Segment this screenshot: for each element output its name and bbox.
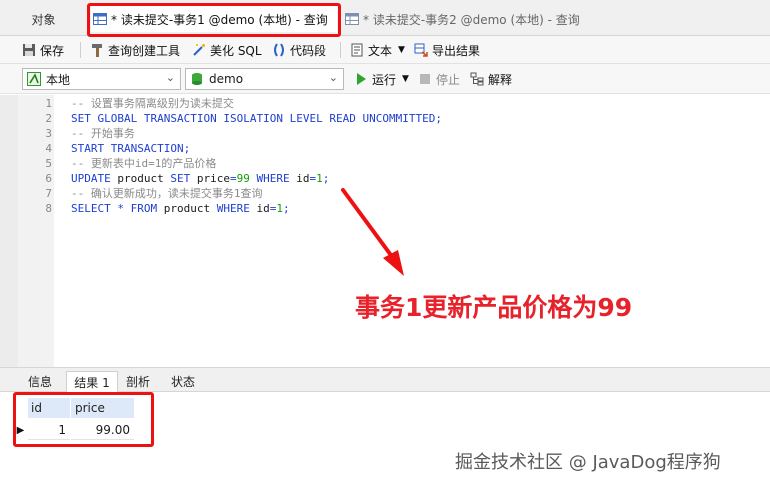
line-number: 5 (45, 157, 52, 170)
connection-icon (27, 72, 41, 86)
toolbar-divider (80, 42, 81, 58)
tab-status[interactable]: 状态 (162, 371, 204, 392)
chevron-down-icon: ▼ (402, 74, 409, 84)
tab-profile-label: 剖析 (125, 375, 150, 389)
text-menu-button[interactable]: 文本 ▼ (350, 40, 405, 60)
query-builder-label: 查询创建工具 (108, 43, 181, 58)
save-icon (23, 44, 35, 56)
parentheses-icon (274, 43, 284, 57)
hammer-icon (92, 44, 102, 57)
chevron-down-icon: ⌄ (328, 71, 338, 84)
connection-select[interactable]: 本地 ⌄ (22, 68, 181, 90)
connection-toolbar: 本地 ⌄ demo ⌄ 运行 ▼ 停止 解释 (0, 64, 770, 94)
code-line-comment: -- 更新表中id=1的产品价格 (71, 157, 217, 170)
code-line-comment: -- 确认更新成功，读未提交事务1查询 (71, 187, 263, 200)
highlight-box-result (13, 392, 154, 447)
line-number: 6 (45, 172, 52, 185)
sql-editor[interactable]: 1 2 3 4 5 6 7 8 -- 设置事务隔离级别为读未提交 SET GLO… (18, 95, 770, 367)
line-number: 3 (45, 127, 52, 140)
beautify-sql-label: 美化 SQL (210, 43, 262, 58)
run-label: 运行 (372, 72, 397, 87)
run-button[interactable]: 运行 ▼ (354, 69, 409, 89)
tab-result-1[interactable]: 结果 1 (66, 371, 118, 392)
query-table-icon (345, 13, 359, 25)
text-menu-label: 文本 (368, 43, 393, 58)
export-result-button[interactable]: 导出结果 (414, 40, 480, 60)
tab-query-2[interactable]: * 读未提交-事务2 @demo (本地) - 查询 (343, 6, 593, 32)
tab-objects[interactable]: 对象 (0, 6, 88, 32)
export-result-label: 导出结果 (432, 43, 481, 58)
side-panel-strip (0, 95, 18, 367)
chevron-down-icon: ▼ (398, 45, 405, 55)
code-line-sql: UPDATE product SET price=99 WHERE id=1; (71, 172, 330, 185)
explain-tree-icon (470, 72, 484, 86)
stop-icon (420, 74, 430, 84)
line-number: 8 (45, 202, 52, 215)
code-snippet-button[interactable]: 代码段 (272, 40, 326, 60)
tab-query-2-label: * 读未提交-事务2 @demo (本地) - 查询 (363, 12, 580, 27)
query-builder-button[interactable]: 查询创建工具 (90, 40, 180, 60)
code-snippet-label: 代码段 (290, 43, 327, 58)
line-number: 1 (45, 97, 52, 110)
query-toolbar: 保存 查询创建工具 美化 SQL 代码段 文本 ▼ 导出结果 (0, 36, 770, 64)
magic-wand-icon (193, 44, 205, 56)
watermark: 掘金技术社区 @ JavaDog程序狗 (455, 452, 721, 473)
connection-value: 本地 (46, 72, 71, 87)
document-icon (351, 43, 363, 57)
tab-status-label: 状态 (170, 375, 195, 389)
tab-result-1-label: 结果 1 (74, 375, 110, 390)
line-number: 2 (45, 112, 52, 125)
tab-objects-label: 对象 (31, 12, 56, 27)
line-number: 4 (45, 142, 52, 155)
stop-button[interactable]: 停止 (418, 69, 460, 89)
save-label: 保存 (40, 43, 65, 58)
export-grid-icon (414, 43, 428, 57)
line-number: 7 (45, 187, 52, 200)
database-value: demo (209, 72, 244, 86)
annotation-text: 事务1更新产品价格为99 (355, 293, 633, 322)
line-number-gutter: 1 2 3 4 5 6 7 8 (18, 95, 54, 367)
code-line-comment: -- 设置事务隔离级别为读未提交 (71, 97, 234, 110)
toolbar-divider (340, 42, 341, 58)
explain-label: 解释 (488, 72, 513, 87)
stop-label: 停止 (436, 72, 461, 87)
highlight-box-tab (87, 3, 341, 37)
beautify-sql-button[interactable]: 美化 SQL (192, 40, 262, 60)
code-line-sql: START TRANSACTION; (71, 142, 191, 155)
code-line-sql: SELECT * FROM product WHERE id=1; (71, 202, 290, 215)
tab-info[interactable]: 信息 (18, 371, 62, 392)
tab-profile[interactable]: 剖析 (118, 371, 158, 392)
code-line-sql: SET GLOBAL TRANSACTION ISOLATION LEVEL R… (71, 112, 442, 125)
save-button[interactable]: 保存 (22, 40, 64, 60)
database-select[interactable]: demo ⌄ (185, 68, 344, 90)
play-icon (357, 73, 366, 85)
database-icon (192, 73, 202, 85)
chevron-down-icon: ⌄ (165, 71, 175, 84)
explain-button[interactable]: 解释 (470, 69, 512, 89)
tab-info-label: 信息 (27, 375, 52, 389)
result-tab-bar: 信息 结果 1 剖析 状态 (0, 367, 770, 392)
code-line-comment: -- 开始事务 (71, 127, 135, 140)
